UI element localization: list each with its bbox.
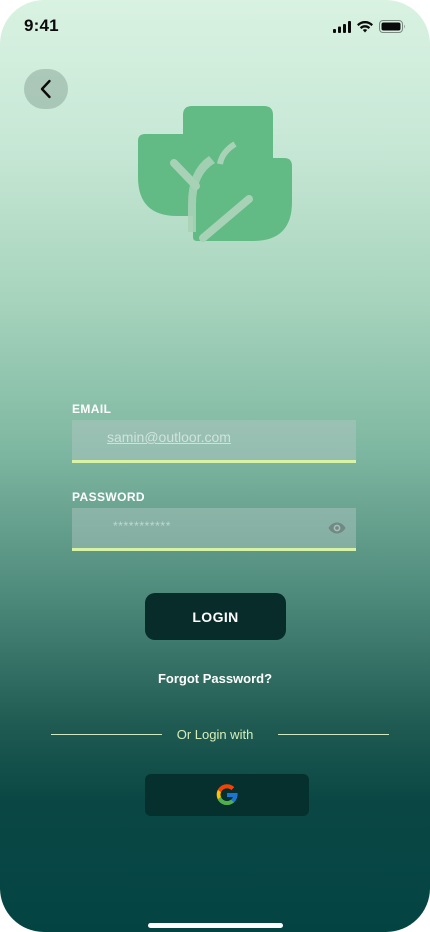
chevron-left-icon [40,79,51,99]
status-icons [333,20,406,33]
email-label: EMAIL [72,402,112,416]
leaves-icon [138,106,292,242]
google-icon [216,784,238,805]
email-value: samin@outloor.com [107,429,231,445]
forgot-password-link[interactable]: Forgot Password? [0,671,430,686]
back-button[interactable] [24,69,68,109]
eye-icon[interactable] [328,521,346,535]
login-button[interactable]: LOGIN [145,593,286,640]
status-time: 9:41 [24,16,59,35]
cellular-signal-icon [333,20,351,33]
battery-icon [379,20,405,33]
password-label: PASSWORD [72,490,145,504]
home-indicator [148,923,283,928]
password-value: *********** [113,519,171,533]
google-login-button[interactable] [145,774,309,816]
email-field[interactable]: samin@outloor.com [72,420,356,463]
divider-right [278,734,389,735]
password-field[interactable]: *********** [72,508,356,551]
wifi-icon [357,20,373,32]
status-bar: 9:41 [0,0,430,54]
phone-screen: 9:41 EMAIL samin@outloor.com PASSWORD **… [0,0,430,932]
